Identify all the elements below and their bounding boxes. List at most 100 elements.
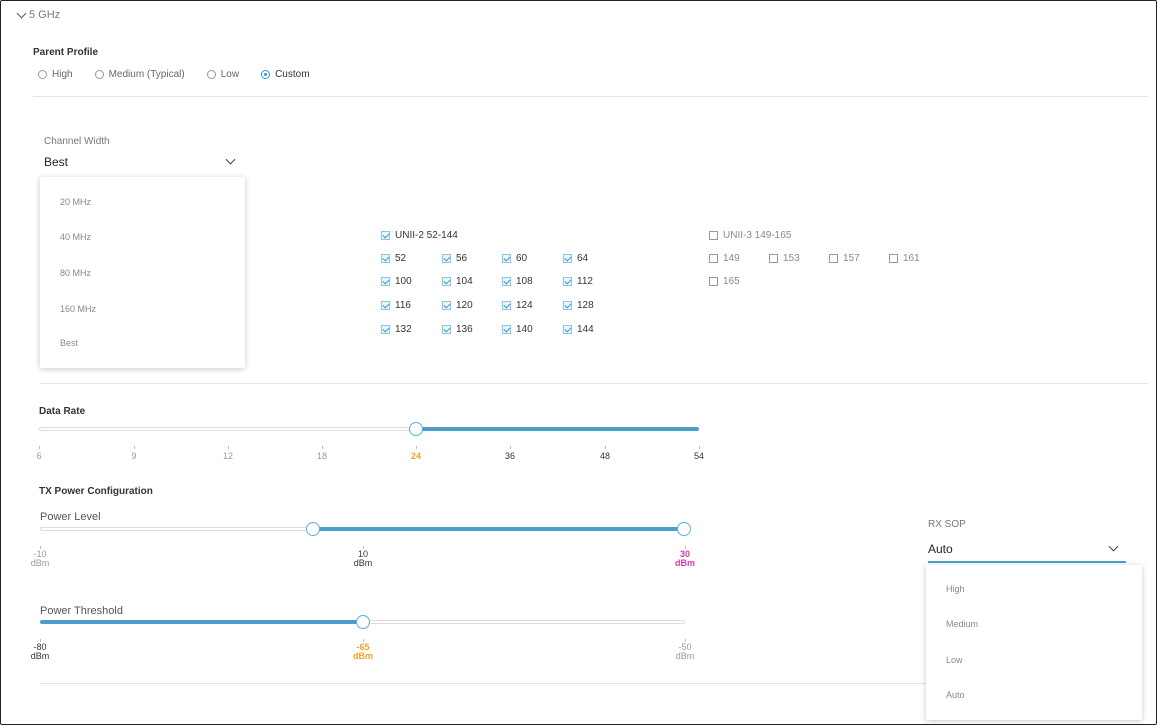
checkbox-box[interactable] <box>502 301 511 310</box>
checkbox-ch-157[interactable]: 157 <box>829 253 860 264</box>
radio-button[interactable] <box>206 70 216 79</box>
checkbox-box[interactable] <box>381 254 390 263</box>
checkbox-ch-124[interactable]: 124 <box>502 300 533 311</box>
checkbox-ch-112[interactable]: 112 <box>563 276 593 287</box>
checkbox-label: 140 <box>516 324 533 335</box>
section-toggle-5ghz[interactable]: 5 GHz <box>16 8 61 21</box>
slider-tick <box>134 446 135 449</box>
slider-track <box>40 527 313 531</box>
checkbox-box[interactable] <box>829 254 838 263</box>
tick-label: 54 <box>693 451 704 461</box>
radio-button[interactable] <box>261 70 271 79</box>
checkbox-ch-100[interactable]: 100 <box>381 276 412 287</box>
dropdown-option-low[interactable]: Low <box>946 655 963 665</box>
checkbox-ch-116[interactable]: 116 <box>381 300 411 311</box>
checkbox-ch-149[interactable]: 149 <box>709 253 740 264</box>
dropdown-option-20mhz[interactable]: 20 MHz <box>60 197 91 207</box>
data-rate-slider[interactable]: 6 9 12 18 24 36 48 54 <box>36 420 704 470</box>
dropdown-option-160mhz[interactable]: 160 MHz <box>60 304 96 314</box>
power-threshold-slider[interactable]: -80 dBm -65 dBm -50 dBm <box>31 613 700 663</box>
slider-tick <box>228 446 229 449</box>
checkbox-ch-60[interactable]: 60 <box>502 253 527 264</box>
radio-label: Custom <box>275 69 310 80</box>
radio-button[interactable] <box>94 70 104 79</box>
dropdown-option-80mhz[interactable]: 80 MHz <box>60 268 91 278</box>
parent-profile-radio-group: High Medium (Typical) Low Custom <box>38 69 332 80</box>
tick-label-selected: 24 <box>410 451 421 461</box>
checkbox-box[interactable] <box>563 301 572 310</box>
dropdown-option-best[interactable]: Best <box>60 338 78 348</box>
checkbox-ch-153[interactable]: 153 <box>769 253 800 264</box>
checkbox-box[interactable] <box>381 231 390 240</box>
slider-thumb[interactable] <box>356 615 370 629</box>
checkbox-ch-165[interactable]: 165 <box>709 276 740 287</box>
checkbox-box[interactable] <box>502 325 511 334</box>
checkbox-ch-144[interactable]: 144 <box>563 324 594 335</box>
tick-label: 6 <box>36 451 42 461</box>
checkbox-box[interactable] <box>381 277 390 286</box>
checkbox-box[interactable] <box>563 277 572 286</box>
channel-width-label: Channel Width <box>44 136 110 147</box>
slider-thumb-min[interactable] <box>306 522 320 536</box>
checkbox-box[interactable] <box>563 325 572 334</box>
checkbox-box[interactable] <box>381 301 390 310</box>
checkbox-box[interactable] <box>709 254 718 263</box>
checkbox-ch-140[interactable]: 140 <box>502 324 533 335</box>
slider-thumb[interactable] <box>409 422 423 436</box>
checkbox-box[interactable] <box>442 325 451 334</box>
radio-low[interactable]: Low <box>206 69 239 80</box>
checkbox-box[interactable] <box>442 301 451 310</box>
checkbox-unii3[interactable]: UNII-3 149-165 <box>709 230 791 241</box>
dropdown-option-40mhz[interactable]: 40 MHz <box>60 232 91 242</box>
divider <box>40 683 926 684</box>
checkbox-ch-56[interactable]: 56 <box>442 253 467 264</box>
data-rate-label: Data Rate <box>39 406 86 417</box>
checkbox-label: 60 <box>516 253 528 264</box>
checkbox-box[interactable] <box>442 277 451 286</box>
checkbox-ch-120[interactable]: 120 <box>442 300 473 311</box>
slider-tick <box>322 446 323 449</box>
checkbox-ch-52[interactable]: 52 <box>381 253 406 264</box>
radio-high[interactable]: High <box>38 69 73 80</box>
checkbox-ch-128[interactable]: 128 <box>563 300 594 311</box>
channel-width-value: Best <box>44 155 69 169</box>
checkbox-ch-161[interactable]: 161 <box>889 253 920 264</box>
checkbox-box[interactable] <box>889 254 898 263</box>
power-level-slider[interactable]: -10 dBm 10 dBm 30 dBm <box>31 520 700 570</box>
checkbox-box[interactable] <box>502 254 511 263</box>
section-title: 5 GHz <box>29 9 61 21</box>
chevron-down-icon <box>16 8 27 19</box>
checkbox-label: 108 <box>516 276 533 287</box>
checkbox-box[interactable] <box>502 277 511 286</box>
checkbox-label: 165 <box>723 276 740 287</box>
slider-thumb-max[interactable] <box>677 522 691 536</box>
checkbox-box[interactable] <box>709 277 718 286</box>
checkbox-ch-136[interactable]: 136 <box>442 324 473 335</box>
radio-custom[interactable]: Custom <box>261 69 310 80</box>
checkbox-ch-64[interactable]: 64 <box>563 253 588 264</box>
checkbox-unii2[interactable]: UNII-2 52-144 <box>381 230 458 241</box>
checkbox-box[interactable] <box>563 254 572 263</box>
channel-width-select[interactable]: Best <box>44 153 240 173</box>
dropdown-option-auto[interactable]: Auto <box>946 690 965 700</box>
tick-label-selected: -65 dBm <box>353 642 373 661</box>
checkbox-ch-104[interactable]: 104 <box>442 276 473 287</box>
slider-track <box>39 427 416 431</box>
tick-label: 12 <box>222 451 233 461</box>
dropdown-option-high[interactable]: High <box>946 584 965 594</box>
radio-label: Medium (Typical) <box>108 69 185 80</box>
checkbox-box[interactable] <box>709 231 718 240</box>
checkbox-ch-132[interactable]: 132 <box>381 324 412 335</box>
checkbox-label: 128 <box>577 300 594 311</box>
checkbox-label: 144 <box>577 324 594 335</box>
rx-sop-select[interactable]: Auto <box>928 540 1126 564</box>
tick-label: -80 dBm <box>30 642 50 661</box>
checkbox-label: 161 <box>903 253 920 264</box>
checkbox-box[interactable] <box>769 254 778 263</box>
dropdown-option-medium[interactable]: Medium <box>946 619 978 629</box>
checkbox-ch-108[interactable]: 108 <box>502 276 533 287</box>
radio-medium[interactable]: Medium (Typical) <box>94 69 185 80</box>
checkbox-box[interactable] <box>381 325 390 334</box>
checkbox-box[interactable] <box>442 254 451 263</box>
radio-button[interactable] <box>38 70 47 79</box>
